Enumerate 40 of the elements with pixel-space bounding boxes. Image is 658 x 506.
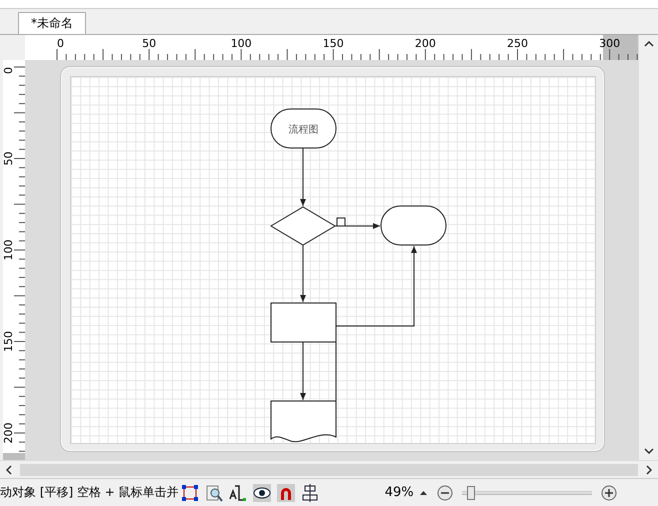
align-icon[interactable] [300, 484, 319, 502]
slider-thumb[interactable] [466, 486, 475, 500]
decision-shape [270, 206, 336, 246]
zoom-level[interactable]: 49% [384, 485, 414, 500]
terminal-shape [270, 108, 336, 148]
ruler-label: 150 [2, 331, 15, 352]
scroll-right-icon[interactable] [646, 464, 652, 474]
ruler-label: 0 [2, 67, 15, 74]
ruler-label: 200 [414, 37, 436, 50]
ruler-label: 100 [2, 240, 15, 260]
zoom-out-icon[interactable] [436, 484, 453, 500]
connector-arrow [334, 223, 380, 229]
process-shape [270, 302, 336, 342]
status-hint: 动对象 [平移] 空格 + 鼠标单击并 [0, 484, 179, 501]
ruler-label: 50 [142, 37, 156, 50]
scroll-down-icon[interactable] [644, 448, 654, 454]
terminal-shape [380, 206, 446, 246]
ruler-label: 150 [322, 37, 344, 50]
ruler-label: 250 [507, 37, 528, 50]
eye-icon[interactable] [252, 484, 271, 502]
ruler-label: 0 [57, 37, 64, 50]
scroll-up-icon[interactable] [644, 41, 654, 47]
connector-arrow [300, 148, 306, 206]
ruler-label: 50 [2, 152, 15, 166]
ruler-label: 200 [2, 422, 15, 444]
caret-icon[interactable] [420, 490, 427, 494]
magnifier-icon[interactable] [204, 484, 223, 502]
ruler-label: 100 [230, 37, 252, 50]
scroll-left-icon[interactable] [6, 464, 12, 474]
shape-label: 流程图 [288, 124, 318, 136]
connector-arrow [300, 244, 306, 302]
zoom-in-icon[interactable] [600, 484, 617, 500]
text-connector-icon[interactable] [228, 484, 247, 502]
ruler-margin [3, 453, 25, 460]
document-tab[interactable]: *未命名 [18, 12, 86, 34]
magnet-icon[interactable] [276, 484, 295, 502]
connection-handle[interactable] [336, 218, 346, 226]
selection-frame-icon[interactable] [180, 484, 199, 502]
ruler-label: 300 [599, 37, 620, 50]
connector-arrow [300, 342, 306, 400]
